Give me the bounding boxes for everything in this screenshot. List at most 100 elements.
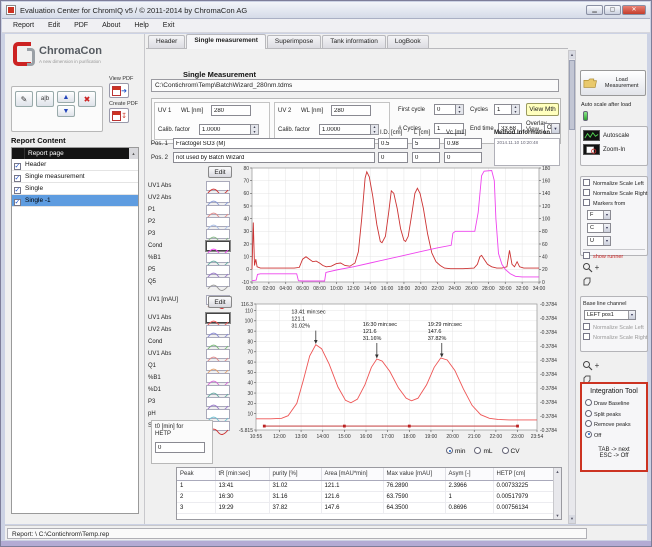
t0-hetp-input[interactable] xyxy=(155,442,205,453)
baseline-channel-dropdown[interactable]: LEFT pos1▼ xyxy=(584,310,636,320)
report-page-row[interactable]: Header xyxy=(12,159,138,171)
pan-hand-icon[interactable] xyxy=(582,276,599,288)
uv1-calib-input[interactable] xyxy=(199,124,251,135)
legend-wave-icon[interactable] xyxy=(206,277,230,287)
pos1-vc-input[interactable] xyxy=(444,138,482,149)
legend-wave-icon[interactable] xyxy=(206,349,230,359)
legend-wave-icon[interactable] xyxy=(206,241,230,251)
tab-tank-information[interactable]: Tank information xyxy=(322,35,386,48)
menu-item-exit[interactable]: Exit xyxy=(156,22,182,29)
menu-item-about[interactable]: About xyxy=(95,22,127,29)
legend-item[interactable]: %B1 xyxy=(148,252,236,264)
legend-wave-icon[interactable] xyxy=(206,217,230,227)
legend-item[interactable]: UV1 Abs xyxy=(148,180,236,192)
table-row[interactable]: 113:4131.02121.176.28902.39660.00733225 xyxy=(177,480,554,491)
load-measurement-button[interactable]: Load Measurement xyxy=(580,70,646,96)
menu-item-pdf[interactable]: PDF xyxy=(67,22,95,29)
delete-page-button[interactable]: ✖ xyxy=(78,91,96,107)
menu-item-report[interactable]: Report xyxy=(6,22,41,29)
overview-chart[interactable]: 80706050403020100-1018016014012010080604… xyxy=(236,164,561,296)
tab-logbook[interactable]: LogBook xyxy=(387,35,429,48)
integration-option-split-peaks[interactable]: Split peaks xyxy=(585,410,643,418)
minimize-button[interactable]: ▁ xyxy=(586,5,603,15)
cycles-input[interactable] xyxy=(494,104,512,115)
legend-item[interactable]: P2 xyxy=(148,216,236,228)
show-runner-checkbox[interactable]: show runner xyxy=(583,252,645,260)
page-checkbox[interactable] xyxy=(14,175,21,182)
uv1-calib-spinner[interactable]: ▲▼ xyxy=(251,124,259,135)
pos2-vc-input[interactable] xyxy=(444,152,482,163)
legend-item[interactable]: Cond xyxy=(148,336,236,348)
legend-item[interactable]: P3 xyxy=(148,228,236,240)
legend-wave-icon[interactable] xyxy=(206,181,230,191)
magnifier-plus-icon[interactable] xyxy=(582,367,593,373)
tab-header[interactable]: Header xyxy=(148,35,185,48)
zoom-in-icon[interactable] xyxy=(583,144,600,155)
legend-item[interactable]: UV2 Abs xyxy=(148,324,236,336)
integration-option-remove-peaks[interactable]: Remove peaks xyxy=(585,420,643,428)
legend-item[interactable]: Q1 xyxy=(148,360,236,372)
markers-from-checkbox[interactable]: Markers from xyxy=(583,199,645,207)
chart2-edit-button[interactable]: Edit xyxy=(208,296,232,308)
tab-superimpose[interactable]: Superimpose xyxy=(267,35,321,48)
legend-wave-icon[interactable] xyxy=(206,229,230,239)
legend-item[interactable]: Cond xyxy=(148,240,236,252)
legend-item[interactable]: P3 xyxy=(148,396,236,408)
page-checkbox[interactable] xyxy=(14,199,21,206)
uv2-wl-input[interactable] xyxy=(331,105,371,116)
report-page-row[interactable]: Single -1 xyxy=(12,195,138,207)
analysis-chart[interactable]: 116.3110100908070605040302010-5.815-0.37… xyxy=(236,298,561,444)
baseline-normalize-right-checkbox[interactable]: Normalize Scale Right xyxy=(583,333,645,341)
marker-dropdown-f[interactable]: F▼ xyxy=(587,210,611,220)
legend-item[interactable]: %B1 xyxy=(148,372,236,384)
chart1-edit-button[interactable]: Edit xyxy=(208,166,232,178)
scroll-down-icon[interactable]: ▼ xyxy=(569,515,575,523)
edit-report-button[interactable]: ✎ xyxy=(15,91,33,107)
tab-single-measurement[interactable]: Single measurement xyxy=(186,34,266,49)
scroll-up-icon[interactable]: ▲ xyxy=(569,51,575,59)
marker-dropdown-c[interactable]: C▼ xyxy=(587,223,611,233)
pos2-id-input[interactable] xyxy=(378,152,408,163)
uv1-wl-input[interactable] xyxy=(211,105,251,116)
table-scroll-up-icon[interactable]: ▲ xyxy=(129,148,138,159)
page-checkbox[interactable] xyxy=(14,163,21,170)
table-scrollbar[interactable]: ▲▼ xyxy=(553,468,561,519)
integration-option-draw-baseline[interactable]: Draw Baseline xyxy=(585,399,643,407)
legend-item[interactable]: %D1 xyxy=(148,384,236,396)
unit-radio-ml[interactable]: mL xyxy=(474,447,492,455)
plus-icon[interactable]: + xyxy=(595,263,600,272)
plus-icon[interactable]: + xyxy=(595,361,600,370)
close-button[interactable]: ✕ xyxy=(622,5,646,15)
legend-wave-icon[interactable] xyxy=(206,361,230,371)
integration-option-off[interactable]: Off xyxy=(585,431,643,439)
legend-wave-icon[interactable] xyxy=(206,385,230,395)
unit-radio-min[interactable]: min xyxy=(446,447,465,455)
legend-wave-icon[interactable] xyxy=(206,205,230,215)
first-cycle-input[interactable] xyxy=(434,104,456,115)
view-mth-button[interactable]: View Mth xyxy=(526,103,559,116)
menu-item-help[interactable]: Help xyxy=(127,22,155,29)
cycles-spinner[interactable]: ▲▼ xyxy=(512,104,520,115)
baseline-normalize-left-checkbox[interactable]: Normalize Scale Left xyxy=(583,323,645,331)
legend-wave-icon[interactable] xyxy=(206,373,230,383)
move-up-button[interactable]: ▲ xyxy=(57,91,75,103)
pos1-id-input[interactable] xyxy=(378,138,408,149)
rename-button[interactable]: a|b xyxy=(36,91,54,107)
pos2-column-name[interactable] xyxy=(173,152,375,163)
auto-scale-led[interactable] xyxy=(583,111,588,121)
move-down-button[interactable]: ▼ xyxy=(57,105,75,117)
report-page-row[interactable]: Single measurement xyxy=(12,171,138,183)
uv2-calib-spinner[interactable]: ▲▼ xyxy=(371,124,379,135)
view-pdf-button[interactable]: ➜ xyxy=(109,83,129,98)
measurement-file-path[interactable]: C:\Contichrom\Temp\BatchWizard_280nm.tdm… xyxy=(151,79,559,92)
page-checkbox[interactable] xyxy=(14,187,21,194)
legend-item[interactable]: UV1 Abs xyxy=(148,348,236,360)
legend-item[interactable]: Q5 xyxy=(148,276,236,288)
legend-item[interactable]: UV2 Abs xyxy=(148,192,236,204)
marker-dropdown-u[interactable]: U▼ xyxy=(587,236,611,246)
legend-wave-icon[interactable] xyxy=(206,193,230,203)
uv2-calib-input[interactable] xyxy=(319,124,371,135)
legend-wave-icon[interactable] xyxy=(206,265,230,275)
table-row[interactable]: 319:2937.82147.664.35000.86960.00756134 xyxy=(177,502,554,513)
magnifier-plus-icon[interactable] xyxy=(582,269,593,275)
